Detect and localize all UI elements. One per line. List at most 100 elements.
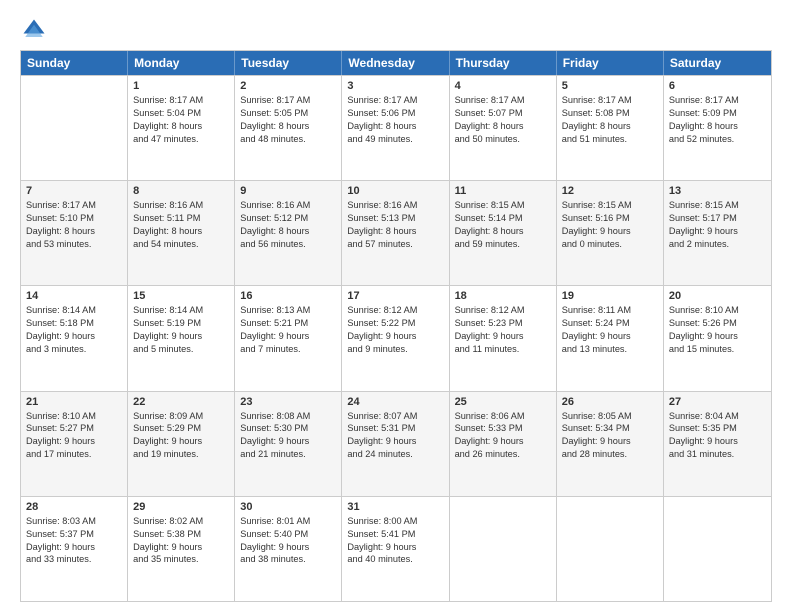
calendar-cell: 19Sunrise: 8:11 AMSunset: 5:24 PMDayligh… [557, 286, 664, 390]
cell-line: Daylight: 9 hours [562, 435, 658, 448]
calendar-cell: 1Sunrise: 8:17 AMSunset: 5:04 PMDaylight… [128, 76, 235, 180]
day-number: 13 [669, 185, 766, 197]
header [20, 16, 772, 44]
cell-line: Daylight: 9 hours [669, 225, 766, 238]
cell-line: Sunrise: 8:15 AM [669, 199, 766, 212]
day-number: 27 [669, 396, 766, 408]
calendar-cell [557, 497, 664, 601]
calendar-cell: 8Sunrise: 8:16 AMSunset: 5:11 PMDaylight… [128, 181, 235, 285]
cell-line: Sunrise: 8:11 AM [562, 304, 658, 317]
cell-line: Sunset: 5:14 PM [455, 212, 551, 225]
calendar-cell: 5Sunrise: 8:17 AMSunset: 5:08 PMDaylight… [557, 76, 664, 180]
day-number: 5 [562, 80, 658, 92]
cell-line: Sunrise: 8:14 AM [26, 304, 122, 317]
cell-line: Sunset: 5:24 PM [562, 317, 658, 330]
cell-line: Daylight: 8 hours [26, 225, 122, 238]
calendar-cell: 18Sunrise: 8:12 AMSunset: 5:23 PMDayligh… [450, 286, 557, 390]
cell-line: Sunrise: 8:10 AM [669, 304, 766, 317]
cell-line: and 47 minutes. [133, 133, 229, 146]
day-number: 6 [669, 80, 766, 92]
cell-line: Sunrise: 8:02 AM [133, 515, 229, 528]
cell-line: Daylight: 8 hours [669, 120, 766, 133]
cell-line: Sunrise: 8:00 AM [347, 515, 443, 528]
calendar-cell: 28Sunrise: 8:03 AMSunset: 5:37 PMDayligh… [21, 497, 128, 601]
cell-line: Daylight: 8 hours [347, 225, 443, 238]
logo-icon [20, 16, 48, 44]
calendar-cell: 22Sunrise: 8:09 AMSunset: 5:29 PMDayligh… [128, 392, 235, 496]
cell-line: Sunset: 5:19 PM [133, 317, 229, 330]
cell-line: Sunset: 5:11 PM [133, 212, 229, 225]
cell-line: Sunrise: 8:03 AM [26, 515, 122, 528]
cell-line: Sunrise: 8:08 AM [240, 410, 336, 423]
calendar-cell: 12Sunrise: 8:15 AMSunset: 5:16 PMDayligh… [557, 181, 664, 285]
day-number: 1 [133, 80, 229, 92]
calendar-week-2: 7Sunrise: 8:17 AMSunset: 5:10 PMDaylight… [21, 180, 771, 285]
cell-line: and 53 minutes. [26, 238, 122, 251]
calendar-cell: 16Sunrise: 8:13 AMSunset: 5:21 PMDayligh… [235, 286, 342, 390]
cell-line: Daylight: 8 hours [562, 120, 658, 133]
cell-line: and 15 minutes. [669, 343, 766, 356]
day-header-friday: Friday [557, 51, 664, 75]
day-number: 24 [347, 396, 443, 408]
cell-line: Daylight: 9 hours [669, 330, 766, 343]
cell-line: and 17 minutes. [26, 448, 122, 461]
cell-line: Daylight: 9 hours [347, 435, 443, 448]
day-number: 22 [133, 396, 229, 408]
day-number: 31 [347, 501, 443, 513]
cell-line: Daylight: 8 hours [347, 120, 443, 133]
day-header-monday: Monday [128, 51, 235, 75]
calendar-cell: 21Sunrise: 8:10 AMSunset: 5:27 PMDayligh… [21, 392, 128, 496]
cell-line: Sunrise: 8:06 AM [455, 410, 551, 423]
cell-line: Sunrise: 8:17 AM [26, 199, 122, 212]
calendar-cell [450, 497, 557, 601]
cell-line: Sunset: 5:33 PM [455, 422, 551, 435]
calendar-cell: 3Sunrise: 8:17 AMSunset: 5:06 PMDaylight… [342, 76, 449, 180]
cell-line: and 26 minutes. [455, 448, 551, 461]
cell-line: Sunset: 5:30 PM [240, 422, 336, 435]
day-header-tuesday: Tuesday [235, 51, 342, 75]
cell-line: and 28 minutes. [562, 448, 658, 461]
calendar-cell: 10Sunrise: 8:16 AMSunset: 5:13 PMDayligh… [342, 181, 449, 285]
cell-line: Daylight: 9 hours [455, 435, 551, 448]
cell-line: Sunset: 5:35 PM [669, 422, 766, 435]
cell-line: and 11 minutes. [455, 343, 551, 356]
calendar: SundayMondayTuesdayWednesdayThursdayFrid… [20, 50, 772, 602]
cell-line: Daylight: 8 hours [133, 225, 229, 238]
day-number: 16 [240, 290, 336, 302]
day-number: 23 [240, 396, 336, 408]
cell-line: and 31 minutes. [669, 448, 766, 461]
calendar-header-row: SundayMondayTuesdayWednesdayThursdayFrid… [21, 51, 771, 75]
day-number: 4 [455, 80, 551, 92]
cell-line: Sunrise: 8:17 AM [240, 94, 336, 107]
cell-line: and 13 minutes. [562, 343, 658, 356]
logo [20, 16, 50, 44]
cell-line: Sunset: 5:04 PM [133, 107, 229, 120]
cell-line: and 21 minutes. [240, 448, 336, 461]
calendar-cell: 26Sunrise: 8:05 AMSunset: 5:34 PMDayligh… [557, 392, 664, 496]
calendar-cell: 6Sunrise: 8:17 AMSunset: 5:09 PMDaylight… [664, 76, 771, 180]
calendar-cell: 2Sunrise: 8:17 AMSunset: 5:05 PMDaylight… [235, 76, 342, 180]
cell-line: Daylight: 9 hours [133, 330, 229, 343]
cell-line: Daylight: 9 hours [26, 330, 122, 343]
cell-line: and 59 minutes. [455, 238, 551, 251]
day-number: 18 [455, 290, 551, 302]
calendar-cell: 4Sunrise: 8:17 AMSunset: 5:07 PMDaylight… [450, 76, 557, 180]
cell-line: Sunset: 5:05 PM [240, 107, 336, 120]
calendar-cell: 25Sunrise: 8:06 AMSunset: 5:33 PMDayligh… [450, 392, 557, 496]
day-number: 12 [562, 185, 658, 197]
cell-line: Sunrise: 8:07 AM [347, 410, 443, 423]
day-header-wednesday: Wednesday [342, 51, 449, 75]
calendar-week-3: 14Sunrise: 8:14 AMSunset: 5:18 PMDayligh… [21, 285, 771, 390]
cell-line: and 7 minutes. [240, 343, 336, 356]
cell-line: Sunset: 5:38 PM [133, 528, 229, 541]
calendar-cell: 31Sunrise: 8:00 AMSunset: 5:41 PMDayligh… [342, 497, 449, 601]
cell-line: Sunset: 5:21 PM [240, 317, 336, 330]
cell-line: Sunset: 5:12 PM [240, 212, 336, 225]
cell-line: Sunrise: 8:15 AM [562, 199, 658, 212]
calendar-body: 1 Sunrise: 8:17 AM Sunset: 5:04 PM Daylight… [21, 75, 771, 601]
cell-line: Sunrise: 8:17 AM [669, 94, 766, 107]
cell-line: Daylight: 9 hours [26, 541, 122, 554]
cell-line: Sunset: 5:18 PM [26, 317, 122, 330]
day-header-sunday: Sunday [21, 51, 128, 75]
cell-line: Sunset: 5:29 PM [133, 422, 229, 435]
